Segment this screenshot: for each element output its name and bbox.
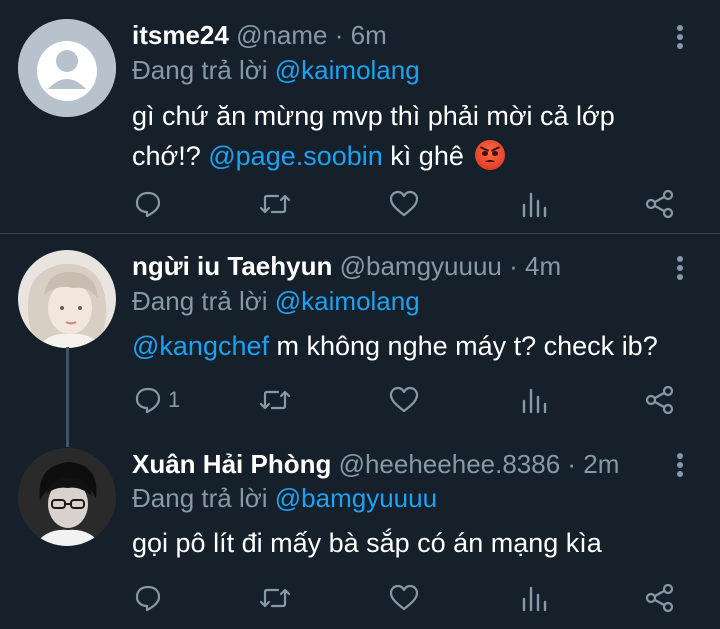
tweet-text-segment: chớ!? (132, 141, 209, 171)
timestamp: · 2m (560, 449, 620, 479)
avatar-user-3[interactable] (18, 448, 116, 546)
replying-to: Đang trả lời @bamgyuuuu (132, 483, 437, 513)
tweet-text: gì chứ ăn mừng mvp thì phải mời cả lớp c… (132, 96, 692, 176)
replying-to-mention[interactable]: @kaimolang (275, 286, 420, 316)
like-button[interactable] (389, 385, 419, 415)
reply-button[interactable] (134, 583, 168, 613)
tweet-3[interactable]: Xuân Hải Phòng @heeheehee.8386 · 2m Đang… (0, 444, 720, 629)
replying-to-prefix: Đang trả lời (132, 55, 275, 85)
reply-icon (135, 585, 161, 612)
default-avatar-icon (18, 19, 116, 117)
tweet-text-segment: kì ghê (382, 141, 472, 171)
retweet-button[interactable] (258, 385, 292, 415)
mention-link[interactable]: @page.soobin (208, 141, 383, 171)
analytics-button[interactable] (521, 189, 547, 219)
retweet-icon (259, 194, 291, 214)
tweet-2[interactable]: ngừi iu Taehyun @bamgyuuuu · 4m Đang trả… (0, 234, 720, 447)
action-bar (132, 583, 692, 613)
display-name[interactable]: itsme24 (132, 20, 229, 50)
timestamp: · 4m (501, 251, 562, 281)
like-button[interactable] (389, 189, 419, 219)
tweet-text-line: gì chứ ăn mừng mvp thì phải mời cả lớp (132, 101, 615, 131)
reply-icon (135, 387, 161, 414)
tweet-1[interactable]: itsme24 @name · 6m Đang trả lời @kaimola… (0, 0, 720, 234)
tweet-header: itsme24 @name · 6m (132, 20, 387, 50)
tweet-text-segment: gọi pô lít đi mấy bà sắp có án mạng kìa (132, 528, 602, 558)
timestamp: · 6m (327, 20, 387, 50)
reply-icon (135, 191, 161, 218)
share-icon (645, 190, 674, 218)
action-bar (132, 189, 692, 219)
analytics-button[interactable] (521, 385, 547, 415)
analytics-icon (522, 388, 547, 414)
tweet-text: gọi pô lít đi mấy bà sắp có án mạng kìa (132, 523, 692, 563)
more-vertical-icon[interactable] (670, 253, 690, 283)
analytics-icon (522, 192, 547, 218)
mention-link[interactable]: @kangchef (132, 331, 269, 361)
replying-to-prefix: Đang trả lời (132, 286, 275, 316)
reply-button[interactable] (134, 189, 168, 219)
share-icon (645, 386, 674, 414)
more-vertical-icon[interactable] (670, 22, 690, 52)
handle[interactable]: @heeheehee.8386 (339, 449, 561, 479)
profile-photo-icon (18, 250, 116, 348)
like-icon (389, 386, 419, 413)
avatar-default[interactable] (18, 19, 116, 117)
tweet-text-segment: m không nghe máy t? check ib? (269, 331, 658, 361)
like-icon (389, 584, 419, 611)
share-button[interactable] (645, 583, 675, 613)
tweet-text: @kangchef m không nghe máy t? check ib? (132, 326, 692, 366)
replying-to: Đang trả lời @kaimolang (132, 286, 420, 316)
replying-to-prefix: Đang trả lời (132, 483, 275, 513)
angry-face-emoji-icon (475, 140, 506, 170)
retweet-icon (259, 390, 291, 410)
retweet-icon (259, 588, 291, 608)
handle[interactable]: @name (236, 20, 327, 50)
thread-connector-line (66, 347, 69, 447)
display-name[interactable]: Xuân Hải Phòng (132, 449, 331, 479)
retweet-button[interactable] (258, 189, 292, 219)
tweet-header: Xuân Hải Phòng @heeheehee.8386 · 2m (132, 449, 619, 479)
handle[interactable]: @bamgyuuuu (340, 251, 502, 281)
tweet-header: ngừi iu Taehyun @bamgyuuuu · 4m (132, 251, 561, 281)
avatar-user-2[interactable] (18, 250, 116, 348)
retweet-button[interactable] (258, 583, 292, 613)
analytics-icon (522, 586, 547, 612)
reply-button[interactable]: 1 (134, 385, 180, 415)
share-button[interactable] (645, 385, 675, 415)
replying-to-mention[interactable]: @kaimolang (275, 55, 420, 85)
more-vertical-icon[interactable] (670, 450, 690, 480)
like-button[interactable] (389, 583, 419, 613)
replying-to-mention[interactable]: @bamgyuuuu (275, 483, 437, 513)
like-icon (389, 190, 419, 217)
replying-to: Đang trả lời @kaimolang (132, 55, 420, 85)
action-bar: 1 (132, 385, 692, 415)
profile-photo-icon (18, 448, 116, 546)
share-button[interactable] (645, 189, 675, 219)
share-icon (645, 584, 674, 612)
analytics-button[interactable] (521, 583, 547, 613)
display-name[interactable]: ngừi iu Taehyun (132, 251, 332, 281)
tweet-text-line: chớ!? @page.soobin kì ghê (132, 136, 692, 176)
reply-count: 1 (168, 387, 181, 412)
